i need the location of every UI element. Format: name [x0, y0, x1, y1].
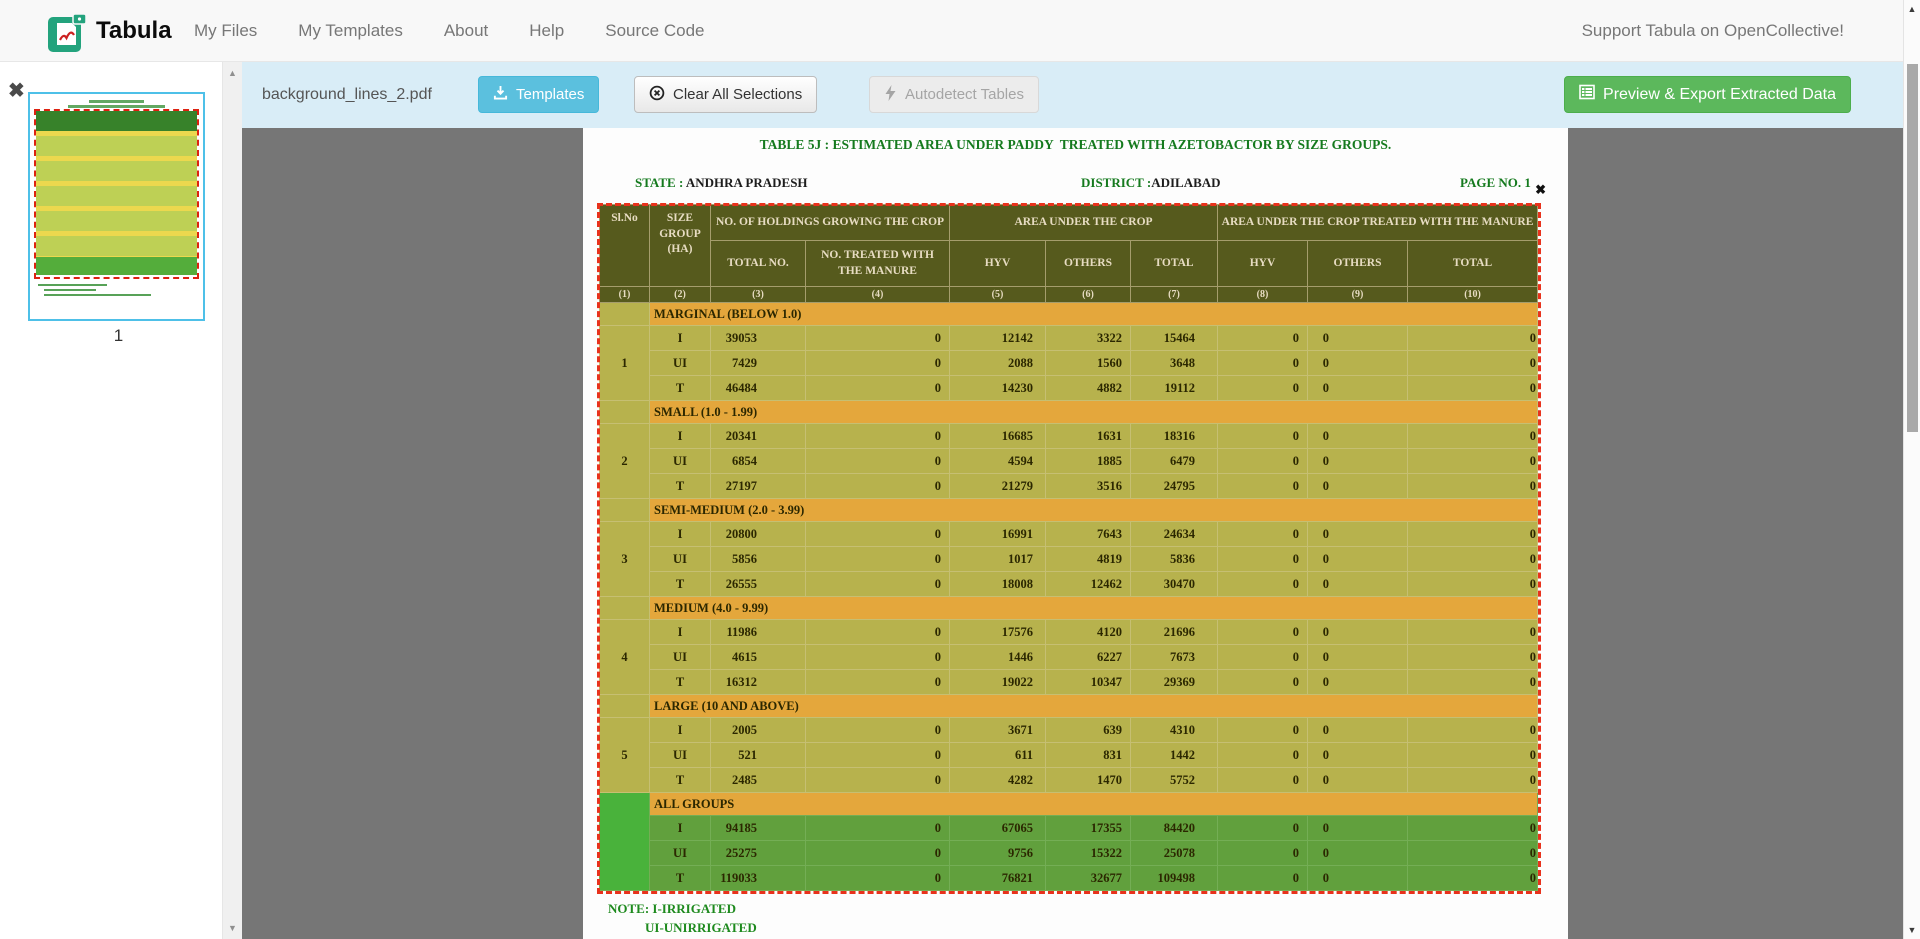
nav-about[interactable]: About [444, 21, 488, 41]
page-thumbnails-sidebar: ✖ 1 [0, 62, 222, 939]
nav-my-templates[interactable]: My Templates [298, 21, 403, 41]
note-irrigated: NOTE: I-IRRIGATED [608, 901, 736, 917]
thumb-title-line [89, 100, 144, 103]
thumb-note-line [44, 294, 151, 296]
preview-export-button[interactable]: Preview & Export Extracted Data [1564, 76, 1851, 113]
district-label: DISTRICT : [1081, 175, 1151, 190]
thumb-subtitle-line [68, 105, 165, 108]
brand-title[interactable]: Tabula [96, 0, 172, 61]
remove-page-button[interactable]: ✖ [8, 78, 25, 103]
clear-all-selections-button[interactable]: Clear All Selections [634, 76, 817, 113]
thumb-note-line [44, 289, 96, 291]
table-list-icon [1579, 84, 1595, 105]
nav-help[interactable]: Help [529, 21, 564, 41]
selection-close-button[interactable]: ✖ [1535, 182, 1546, 198]
scroll-up-icon[interactable]: ▲ [1904, 4, 1920, 14]
scroll-up-icon[interactable]: ▲ [223, 68, 242, 78]
window-scrollbar[interactable]: ▲ ▼ [1903, 0, 1920, 939]
scroll-down-icon[interactable]: ▼ [223, 923, 242, 933]
state-label: STATE : [635, 175, 686, 190]
autodetect-button-label: Autodetect Tables [905, 86, 1024, 103]
page-number-label: 1 [28, 326, 209, 346]
district-field: DISTRICT :ADILABAD [1081, 175, 1221, 191]
tabula-logo-icon [48, 10, 88, 52]
state-value: ANDHRA PRADESH [686, 175, 808, 190]
document-table-title: TABLE 5J : ESTIMATED AREA UNDER PADDY TR… [583, 137, 1568, 153]
clear-button-label: Clear All Selections [673, 86, 802, 103]
district-value: ADILABAD [1151, 175, 1220, 190]
scroll-down-icon[interactable]: ▼ [1904, 925, 1920, 935]
flash-icon [884, 85, 897, 105]
table-selection-box[interactable]: ✖ [597, 203, 1541, 894]
nav-my-files[interactable]: My Files [194, 21, 257, 41]
templates-button-label: Templates [516, 86, 584, 103]
thumb-selection-box [34, 109, 199, 279]
scrollbar-thumb[interactable] [1907, 64, 1918, 432]
document-toolbar: background_lines_2.pdf Templates Clear A… [242, 62, 1903, 128]
nav-source-code[interactable]: Source Code [605, 21, 704, 41]
note-unirrigated: UI-UNIRRIGATED [645, 920, 757, 936]
remove-circle-icon [649, 85, 665, 105]
pdf-page[interactable]: TABLE 5J : ESTIMATED AREA UNDER PADDY TR… [583, 128, 1568, 939]
page-thumbnail[interactable] [28, 92, 205, 321]
templates-button[interactable]: Templates [478, 76, 599, 113]
main-menu: My Files My Templates About Help Source … [194, 0, 704, 61]
page-no-label: PAGE NO. 1 [1460, 175, 1531, 191]
sidebar-scrollbar[interactable]: ▲ ▼ [222, 62, 242, 939]
thumb-note-line [38, 284, 107, 286]
export-button-label: Preview & Export Extracted Data [1603, 86, 1836, 104]
state-field: STATE : ANDHRA PRADESH [635, 175, 808, 191]
main-workspace: background_lines_2.pdf Templates Clear A… [242, 62, 1903, 939]
support-link[interactable]: Support Tabula on OpenCollective! [1582, 0, 1844, 61]
top-navbar: Tabula My Files My Templates About Help … [0, 0, 1920, 62]
autodetect-tables-button[interactable]: Autodetect Tables [869, 76, 1039, 113]
document-filename: background_lines_2.pdf [262, 62, 432, 128]
pdf-canvas: TABLE 5J : ESTIMATED AREA UNDER PADDY TR… [242, 128, 1903, 939]
save-template-icon [493, 85, 508, 104]
